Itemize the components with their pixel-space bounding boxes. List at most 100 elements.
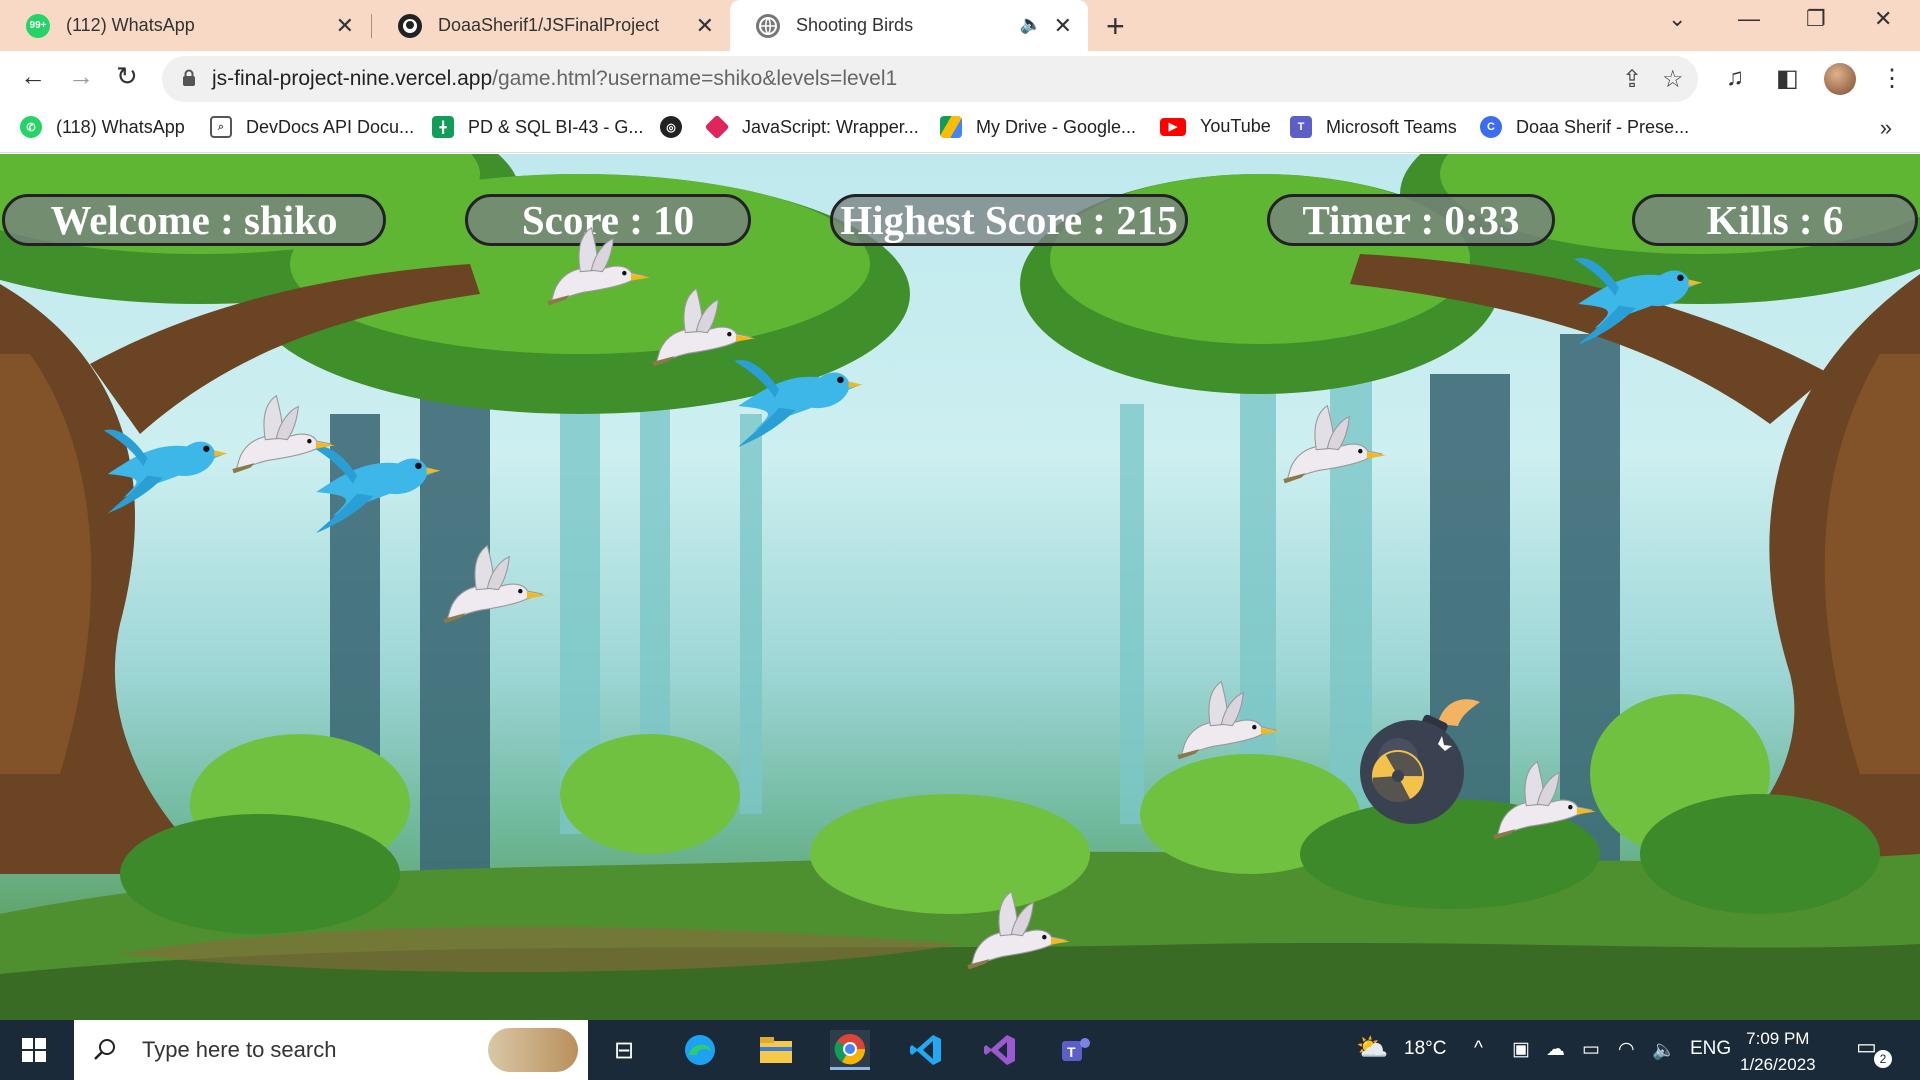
url-text[interactable]: js-final-project-nine.vercel.app/game.ht…: [212, 67, 897, 91]
white-bird[interactable]: [1170, 672, 1280, 772]
forward-button[interactable]: →: [68, 61, 94, 92]
blue-bird[interactable]: [1570, 252, 1705, 352]
restore-button[interactable]: ❐: [1806, 6, 1826, 32]
canva-icon: C: [1480, 116, 1502, 138]
close-tab-icon[interactable]: ✕: [696, 13, 714, 39]
tab-whatsapp[interactable]: 99+ (112) WhatsApp ✕: [0, 0, 370, 51]
tab-github[interactable]: DoaaSherif1/JSFinalProject ✕: [372, 0, 730, 51]
audio-playing-icon[interactable]: 🔈: [1020, 14, 1042, 35]
chrome-icon[interactable]: [830, 1030, 870, 1070]
clock-date: 1/26/2023: [1740, 1055, 1816, 1074]
address-bar[interactable]: js-final-project-nine.vercel.app/game.ht…: [162, 56, 1698, 102]
weather-icon[interactable]: ⛅: [1356, 1032, 1388, 1063]
windows-taskbar: Type here to search ⊟ T ⛅ 18°C ^ ▣ ☁ ▭ ◠…: [0, 1020, 1920, 1080]
tab-search-icon[interactable]: ⌄: [1668, 6, 1686, 32]
white-bird[interactable]: [645, 279, 755, 379]
menu-icon[interactable]: ⋮: [1880, 64, 1904, 93]
globe-icon: ◎: [660, 116, 682, 138]
bookmark-whatsapp[interactable]: ✆ (118) WhatsApp: [20, 116, 185, 138]
new-tab-button[interactable]: +: [1106, 8, 1125, 45]
white-bird[interactable]: [1276, 396, 1386, 496]
vscode-icon[interactable]: [906, 1030, 946, 1070]
highest-score-label: Highest Score : 215: [830, 194, 1188, 246]
close-tab-icon[interactable]: ✕: [336, 13, 354, 39]
bookmark-drive[interactable]: My Drive - Google...: [940, 116, 1136, 138]
bookmark-label: Doaa Sherif - Prese...: [1516, 116, 1690, 137]
white-bird[interactable]: [540, 218, 650, 318]
drive-icon: [940, 116, 962, 138]
sheets-icon: ╋: [432, 116, 454, 138]
bookmarks-overflow-icon[interactable]: »: [1880, 115, 1892, 141]
back-button[interactable]: ←: [20, 61, 46, 92]
youtube-icon: ▶: [1160, 117, 1186, 136]
devdocs-icon: ⌕: [210, 116, 232, 138]
profile-avatar[interactable]: [1824, 63, 1856, 95]
taskbar-search[interactable]: Type here to search: [74, 1020, 588, 1080]
file-explorer-icon[interactable]: [756, 1030, 796, 1070]
bookmark-sheets[interactable]: ╋ PD & SQL BI-43 - G...: [432, 116, 643, 138]
kills-label: Kills : 6: [1632, 194, 1918, 246]
bookmark-label: My Drive - Google...: [976, 116, 1137, 137]
whatsapp-icon: ✆: [20, 116, 42, 138]
browser-toolbar: ← → ↻ js-final-project-nine.vercel.app/g…: [0, 51, 1920, 107]
bookmark-label: DevDocs API Docu...: [246, 116, 415, 137]
minimize-button[interactable]: —: [1738, 6, 1760, 32]
side-panel-icon[interactable]: ◧: [1776, 64, 1799, 93]
wifi-icon[interactable]: ◠: [1618, 1038, 1635, 1061]
clock[interactable]: 7:09 PM 1/26/2023: [1740, 1026, 1816, 1078]
bookmark-globe[interactable]: ◎: [660, 116, 696, 138]
bookmark-devdocs[interactable]: ⌕ DevDocs API Docu...: [210, 116, 414, 138]
welcome-label: Welcome : shiko: [2, 194, 386, 246]
weather-temp[interactable]: 18°C: [1404, 1038, 1446, 1060]
bookmark-teams[interactable]: T Microsoft Teams: [1290, 116, 1457, 138]
edge-icon[interactable]: [680, 1030, 720, 1070]
tab-title: Shooting Birds: [796, 15, 914, 35]
bookmark-youtube[interactable]: ▶ YouTube: [1160, 116, 1271, 137]
lock-icon[interactable]: [182, 69, 196, 87]
search-icon: [94, 1039, 115, 1060]
windows-start-icon[interactable]: [22, 1038, 46, 1067]
blue-bird[interactable]: [100, 422, 230, 522]
visual-studio-icon[interactable]: [980, 1030, 1020, 1070]
teams-icon: T: [1290, 116, 1312, 138]
tab-shooting-birds[interactable]: Shooting Birds 🔈 ✕: [730, 0, 1088, 51]
notification-count: 2: [1874, 1050, 1892, 1068]
whatsapp-icon: 99+: [26, 13, 50, 38]
close-window-button[interactable]: ✕: [1874, 6, 1892, 32]
bookmark-star-icon[interactable]: ☆: [1662, 65, 1684, 94]
media-control-icon[interactable]: ♫: [1726, 64, 1744, 92]
game-canvas[interactable]: Welcome : shiko Score : 10 Highest Score…: [0, 154, 1920, 1020]
bomb[interactable]: [1350, 694, 1490, 824]
tab-title: (112) WhatsApp: [66, 15, 195, 35]
white-bird[interactable]: [225, 386, 335, 486]
show-hidden-icons[interactable]: ^: [1474, 1038, 1483, 1060]
reload-button[interactable]: ↻: [116, 61, 138, 92]
volume-icon[interactable]: 🔈: [1652, 1038, 1676, 1062]
white-bird[interactable]: [960, 882, 1070, 982]
white-bird[interactable]: [436, 536, 546, 636]
search-highlight-image: [488, 1028, 578, 1072]
bookmarks-bar: ✆ (118) WhatsApp ⌕ DevDocs API Docu... ╋…: [0, 107, 1920, 153]
close-tab-icon[interactable]: ✕: [1054, 13, 1072, 39]
teams-icon[interactable]: T: [1056, 1030, 1096, 1070]
bookmark-javascript[interactable]: JavaScript: Wrapper...: [704, 114, 919, 140]
bookmark-label: YouTube: [1200, 116, 1271, 136]
bookmark-canva[interactable]: C Doaa Sherif - Prese...: [1480, 116, 1689, 138]
language-indicator[interactable]: ENG: [1690, 1038, 1731, 1060]
white-bird[interactable]: [1486, 752, 1596, 852]
svg-text:T: T: [1067, 1044, 1076, 1060]
bookmark-label: Microsoft Teams: [1326, 116, 1457, 137]
onedrive-icon[interactable]: ☁: [1546, 1038, 1565, 1061]
clock-time: 7:09 PM: [1746, 1029, 1810, 1048]
share-icon[interactable]: ⇪: [1622, 65, 1642, 94]
tab-strip: 99+ (112) WhatsApp ✕ DoaaSherif1/JSFinal…: [0, 0, 1920, 51]
meet-icon[interactable]: ▣: [1512, 1038, 1530, 1061]
task-view-icon[interactable]: ⊟: [604, 1030, 644, 1070]
notifications-icon[interactable]: ▭ 2: [1856, 1034, 1892, 1068]
battery-icon[interactable]: ▭: [1582, 1038, 1600, 1061]
url-host: js-final-project-nine.vercel.app: [212, 67, 493, 90]
bookmark-label: PD & SQL BI-43 - G...: [468, 116, 644, 137]
tab-title: DoaaSherif1/JSFinalProject: [438, 15, 660, 35]
search-placeholder: Type here to search: [142, 1037, 337, 1062]
bookmark-label: JavaScript: Wrapper...: [742, 116, 919, 137]
